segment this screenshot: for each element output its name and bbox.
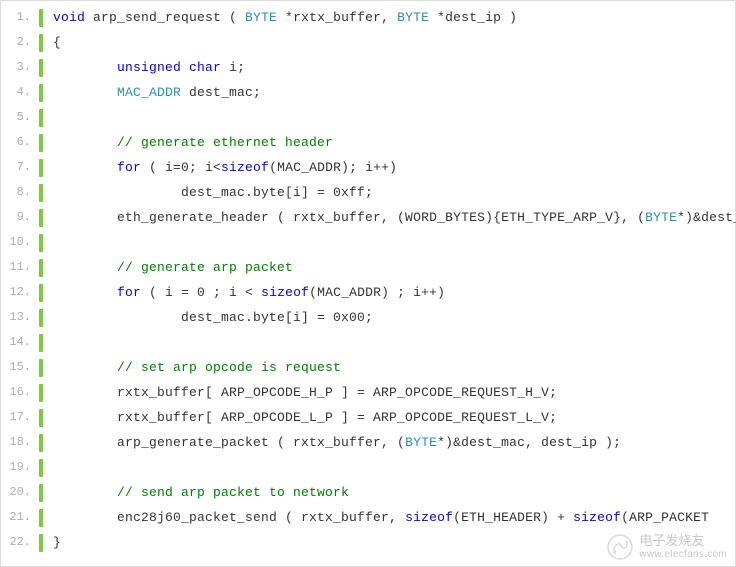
change-marker-icon [39, 109, 43, 127]
line-number: 12. [1, 280, 39, 305]
line-number: 14. [1, 330, 39, 355]
code-content: dest_mac.byte[i] = 0x00; [43, 305, 373, 330]
code-line: 7. for ( i=0; i<sizeof(MAC_ADDR); i++) [1, 155, 735, 180]
line-number: 9. [1, 205, 39, 230]
code-line: 20. // send arp packet to network [1, 480, 735, 505]
change-marker-icon [39, 459, 43, 477]
code-line: 11. // generate arp packet [1, 255, 735, 280]
code-content: // generate arp packet [43, 255, 293, 280]
code-content: void arp_send_request ( BYTE *rxtx_buffe… [43, 5, 517, 30]
code-content: eth_generate_header ( rxtx_buffer, (WORD… [43, 205, 736, 230]
code-line: 18. arp_generate_packet ( rxtx_buffer, (… [1, 430, 735, 455]
code-line: 2.{ [1, 30, 735, 55]
change-marker-icon [39, 334, 43, 352]
line-number: 2. [1, 30, 39, 55]
line-number: 21. [1, 505, 39, 530]
code-line: 22.} [1, 530, 735, 555]
code-line: 21. enc28j60_packet_send ( rxtx_buffer, … [1, 505, 735, 530]
code-line: 19. [1, 455, 735, 480]
code-line: 14. [1, 330, 735, 355]
code-line: 3. unsigned char i; [1, 55, 735, 80]
code-line: 15. // set arp opcode is request [1, 355, 735, 380]
code-line: 13. dest_mac.byte[i] = 0x00; [1, 305, 735, 330]
code-content: dest_mac.byte[i] = 0xff; [43, 180, 373, 205]
code-line: 5. [1, 105, 735, 130]
line-number: 3. [1, 55, 39, 80]
line-number: 7. [1, 155, 39, 180]
code-content: // send arp packet to network [43, 480, 349, 505]
line-number: 15. [1, 355, 39, 380]
code-line: 16. rxtx_buffer[ ARP_OPCODE_H_P ] = ARP_… [1, 380, 735, 405]
code-content: MAC_ADDR dest_mac; [43, 80, 261, 105]
code-content: rxtx_buffer[ ARP_OPCODE_L_P ] = ARP_OPCO… [43, 405, 557, 430]
code-content: // generate ethernet header [43, 130, 333, 155]
line-number: 18. [1, 430, 39, 455]
code-line: 1.void arp_send_request ( BYTE *rxtx_buf… [1, 5, 735, 30]
line-number: 6. [1, 130, 39, 155]
code-content: { [43, 30, 61, 55]
code-content: for ( i = 0 ; i < sizeof(MAC_ADDR) ; i++… [43, 280, 445, 305]
code-content: } [43, 530, 61, 555]
code-line: 10. [1, 230, 735, 255]
line-number: 8. [1, 180, 39, 205]
line-number: 10. [1, 230, 39, 255]
line-number: 1. [1, 5, 39, 30]
code-content: enc28j60_packet_send ( rxtx_buffer, size… [43, 505, 709, 530]
line-number: 11. [1, 255, 39, 280]
code-line: 9. eth_generate_header ( rxtx_buffer, (W… [1, 205, 735, 230]
code-line: 4. MAC_ADDR dest_mac; [1, 80, 735, 105]
line-number: 4. [1, 80, 39, 105]
code-content: arp_generate_packet ( rxtx_buffer, (BYTE… [43, 430, 621, 455]
line-number: 13. [1, 305, 39, 330]
line-number: 5. [1, 105, 39, 130]
line-number: 22. [1, 530, 39, 555]
line-number: 19. [1, 455, 39, 480]
code-line: 6. // generate ethernet header [1, 130, 735, 155]
line-number: 17. [1, 405, 39, 430]
line-number: 16. [1, 380, 39, 405]
change-marker-icon [39, 234, 43, 252]
code-line: 12. for ( i = 0 ; i < sizeof(MAC_ADDR) ;… [1, 280, 735, 305]
code-content: rxtx_buffer[ ARP_OPCODE_H_P ] = ARP_OPCO… [43, 380, 557, 405]
line-number: 20. [1, 480, 39, 505]
code-content: // set arp opcode is request [43, 355, 341, 380]
code-content: for ( i=0; i<sizeof(MAC_ADDR); i++) [43, 155, 397, 180]
code-listing: 1.void arp_send_request ( BYTE *rxtx_buf… [1, 1, 735, 559]
code-line: 17. rxtx_buffer[ ARP_OPCODE_L_P ] = ARP_… [1, 405, 735, 430]
code-content: unsigned char i; [43, 55, 245, 80]
code-line: 8. dest_mac.byte[i] = 0xff; [1, 180, 735, 205]
